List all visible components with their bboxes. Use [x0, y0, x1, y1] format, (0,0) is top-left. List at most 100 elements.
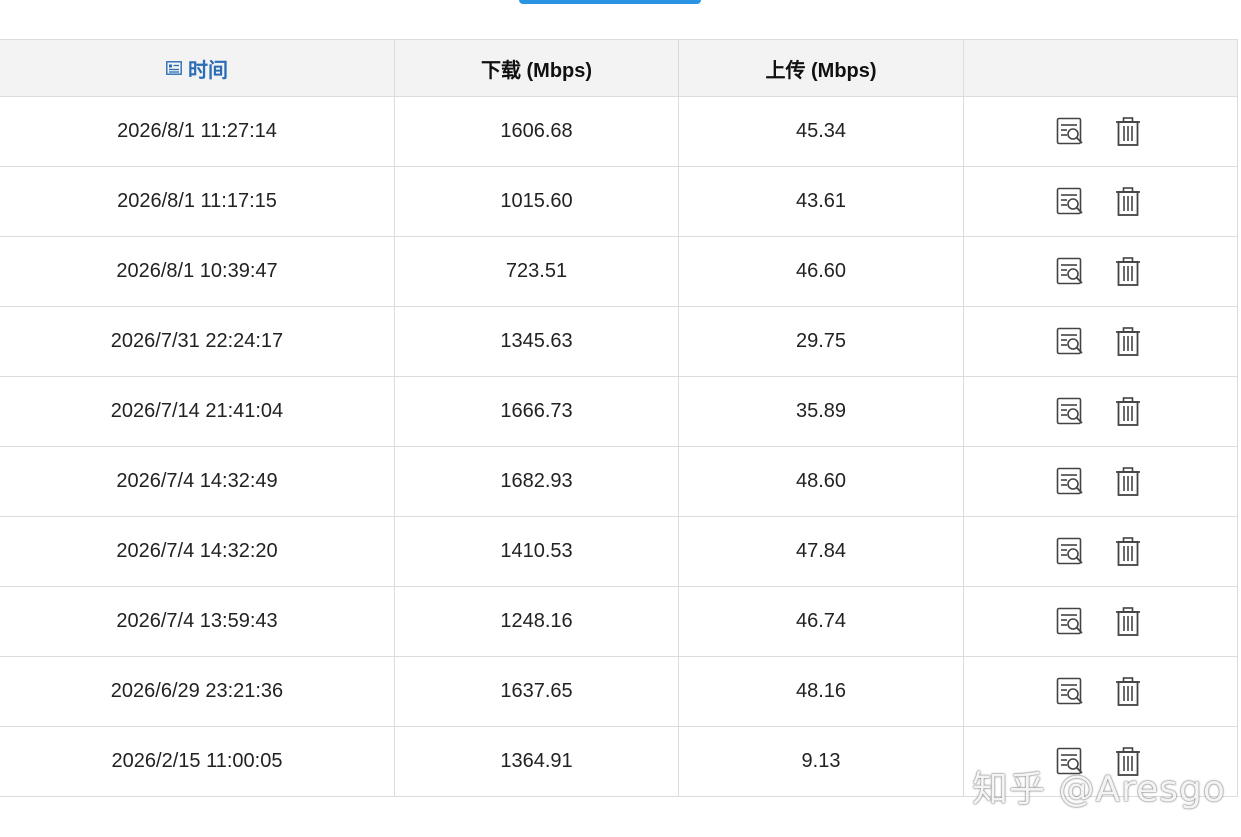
delete-button[interactable] — [1113, 326, 1143, 358]
delete-button[interactable] — [1113, 536, 1143, 568]
view-details-icon — [1056, 187, 1083, 214]
view-details-icon — [1056, 257, 1083, 284]
cell-download: 1248.16 — [395, 587, 679, 656]
column-header-download-label: 下载 (Mbps) — [480, 59, 593, 82]
cell-upload: 9.13 — [679, 727, 964, 796]
delete-button[interactable] — [1113, 116, 1143, 148]
list-sort-icon — [166, 61, 182, 75]
view-details-button[interactable] — [1055, 536, 1085, 568]
view-details-button[interactable] — [1055, 676, 1085, 708]
download-value: 723.51 — [505, 260, 568, 282]
delete-button[interactable] — [1113, 256, 1143, 288]
download-value: 1682.93 — [500, 470, 573, 492]
time-value: 2026/6/29 23:21:36 — [110, 680, 284, 702]
download-value: 1345.63 — [500, 330, 573, 352]
cell-time: 2026/2/15 11:00:05 — [0, 727, 395, 796]
time-value: 2026/7/14 21:41:04 — [110, 400, 284, 422]
cell-upload: 46.60 — [679, 237, 964, 306]
trash-icon — [1115, 326, 1140, 356]
cell-time: 2026/7/4 13:59:43 — [0, 587, 395, 656]
cell-download: 1015.60 — [395, 167, 679, 236]
trash-icon — [1115, 116, 1140, 146]
cell-download: 1682.93 — [395, 447, 679, 516]
delete-button[interactable] — [1113, 466, 1143, 498]
cell-actions — [964, 447, 1238, 516]
cell-actions — [964, 517, 1238, 586]
row-actions — [1055, 746, 1143, 778]
view-details-button[interactable] — [1055, 326, 1085, 358]
view-details-button[interactable] — [1055, 746, 1085, 778]
table-row: 2026/8/1 11:17:15 1015.60 43.61 — [0, 167, 1238, 237]
table-row: 2026/7/14 21:41:04 1666.73 35.89 — [0, 377, 1238, 447]
upload-value: 48.16 — [795, 680, 847, 702]
cell-upload: 45.34 — [679, 97, 964, 166]
cell-download: 723.51 — [395, 237, 679, 306]
cell-time: 2026/8/1 10:39:47 — [0, 237, 395, 306]
time-value: 2026/7/4 14:32:20 — [116, 540, 278, 562]
delete-button[interactable] — [1113, 606, 1143, 638]
time-value: 2026/8/1 10:39:47 — [116, 260, 278, 282]
download-value: 1666.73 — [500, 400, 573, 422]
table-row: 2026/2/15 11:00:05 1364.91 9.13 — [0, 727, 1238, 797]
trash-icon — [1115, 186, 1140, 216]
row-actions — [1055, 606, 1143, 638]
view-details-button[interactable] — [1055, 466, 1085, 498]
cell-actions — [964, 167, 1238, 236]
active-tab-indicator[interactable] — [519, 0, 701, 4]
table-row: 2026/7/31 22:24:17 1345.63 29.75 — [0, 307, 1238, 377]
table-row: 2026/8/1 10:39:47 723.51 46.60 — [0, 237, 1238, 307]
view-details-icon — [1056, 117, 1083, 144]
cell-upload: 48.60 — [679, 447, 964, 516]
cell-actions — [964, 237, 1238, 306]
view-details-button[interactable] — [1055, 186, 1085, 218]
upload-value: 35.89 — [795, 400, 847, 422]
row-actions — [1055, 466, 1143, 498]
row-actions — [1055, 186, 1143, 218]
cell-download: 1345.63 — [395, 307, 679, 376]
cell-actions — [964, 727, 1238, 796]
trash-icon — [1115, 466, 1140, 496]
column-header-download[interactable]: 下载 (Mbps) — [395, 40, 679, 96]
view-details-button[interactable] — [1055, 396, 1085, 428]
view-details-icon — [1056, 677, 1083, 704]
download-value: 1410.53 — [500, 540, 573, 562]
upload-value: 46.60 — [795, 260, 847, 282]
view-details-button[interactable] — [1055, 256, 1085, 288]
view-details-icon — [1056, 607, 1083, 634]
download-value: 1606.68 — [500, 120, 573, 142]
cell-actions — [964, 307, 1238, 376]
row-actions — [1055, 536, 1143, 568]
view-details-button[interactable] — [1055, 116, 1085, 148]
upload-value: 29.75 — [795, 330, 847, 352]
delete-button[interactable] — [1113, 396, 1143, 428]
trash-icon — [1115, 746, 1140, 776]
column-header-upload-label: 上传 (Mbps) — [765, 59, 877, 82]
cell-time: 2026/6/29 23:21:36 — [0, 657, 395, 726]
row-actions — [1055, 326, 1143, 358]
upload-value: 45.34 — [795, 120, 847, 142]
cell-time: 2026/8/1 11:27:14 — [0, 97, 395, 166]
view-details-icon — [1056, 537, 1083, 564]
view-details-icon — [1056, 397, 1083, 424]
delete-button[interactable] — [1113, 746, 1143, 778]
table-row: 2026/6/29 23:21:36 1637.65 48.16 — [0, 657, 1238, 727]
table-row: 2026/7/4 14:32:49 1682.93 48.60 — [0, 447, 1238, 517]
upload-value: 9.13 — [801, 750, 841, 772]
cell-download: 1666.73 — [395, 377, 679, 446]
row-actions — [1055, 676, 1143, 708]
column-header-time[interactable]: 时间 — [0, 40, 395, 96]
cell-upload: 43.61 — [679, 167, 964, 236]
delete-button[interactable] — [1113, 676, 1143, 708]
column-header-upload[interactable]: 上传 (Mbps) — [679, 40, 964, 96]
cell-time: 2026/7/4 14:32:20 — [0, 517, 395, 586]
delete-button[interactable] — [1113, 186, 1143, 218]
cell-upload: 47.84 — [679, 517, 964, 586]
upload-value: 47.84 — [795, 540, 847, 562]
row-actions — [1055, 396, 1143, 428]
download-value: 1015.60 — [500, 190, 573, 212]
trash-icon — [1115, 536, 1140, 566]
view-details-button[interactable] — [1055, 606, 1085, 638]
cell-download: 1410.53 — [395, 517, 679, 586]
trash-icon — [1115, 606, 1140, 636]
download-value: 1364.91 — [500, 750, 573, 772]
